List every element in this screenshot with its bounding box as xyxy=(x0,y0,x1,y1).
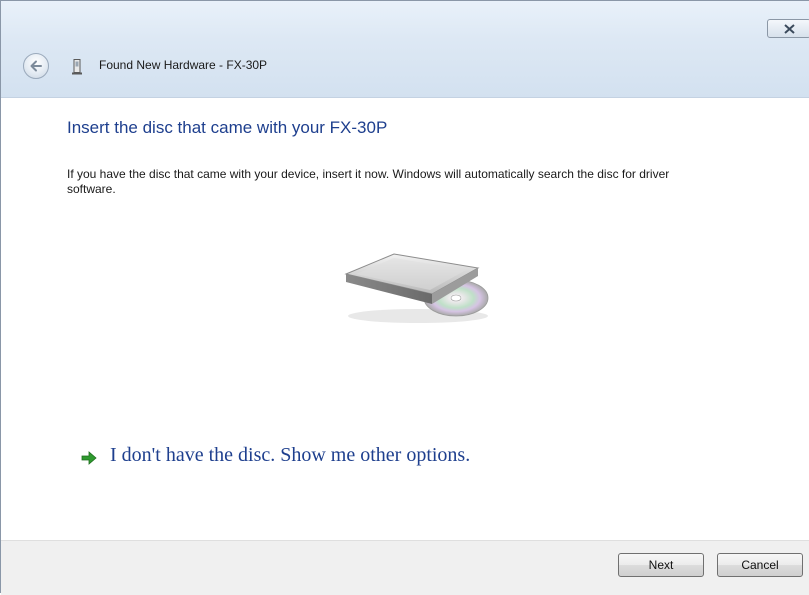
title-bar: Found New Hardware - FX-30P xyxy=(1,1,809,98)
back-arrow-icon xyxy=(30,60,42,72)
button-bar: Next Cancel xyxy=(1,540,809,595)
wizard-content: Insert the disc that came with your FX-3… xyxy=(1,98,809,540)
back-button[interactable] xyxy=(23,53,49,79)
cd-drive-illustration xyxy=(344,253,489,323)
window-title: Found New Hardware - FX-30P xyxy=(99,58,268,72)
close-button[interactable] xyxy=(767,19,809,38)
instruction-text: If you have the disc that came with your… xyxy=(67,167,670,196)
next-button[interactable]: Next xyxy=(618,553,704,577)
no-disc-option-label: I don't have the disc. Show me other opt… xyxy=(110,444,471,466)
hardware-device-icon xyxy=(72,59,82,75)
green-arrow-icon xyxy=(81,451,97,465)
found-new-hardware-window: Found New Hardware - FX-30P Insert the d… xyxy=(0,0,809,595)
close-icon xyxy=(784,24,795,34)
cancel-button[interactable]: Cancel xyxy=(717,553,803,577)
page-heading: Insert the disc that came with your FX-3… xyxy=(67,118,388,137)
